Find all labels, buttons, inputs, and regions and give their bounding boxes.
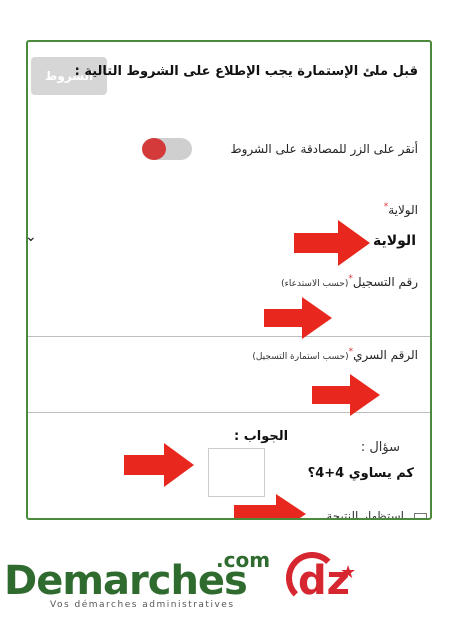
terms-toggle[interactable] bbox=[142, 138, 192, 160]
toggle-knob bbox=[142, 138, 166, 160]
question-label: سؤال : bbox=[360, 440, 400, 455]
question-text: كم يساوي 4+4؟ bbox=[307, 466, 414, 481]
registration-hint: (حسب الاستدعاء) bbox=[281, 279, 349, 289]
logo-tagline: Vos démarches administratives bbox=[50, 600, 235, 610]
registration-input-line[interactable] bbox=[28, 336, 430, 337]
registration-label: رقم التسجيل*(حسب الاستدعاء) bbox=[281, 274, 418, 289]
answer-input[interactable] bbox=[208, 448, 265, 497]
registration-form: الشروط قبل ملئ الإستمارة يجب الإطلاع على… bbox=[26, 40, 432, 520]
toggle-label: أنقر على الزر للمصادقة على الشروط bbox=[230, 142, 418, 156]
demarchesdz-logo: .com Demarches dz ★ Vos démarches admini… bbox=[0, 540, 474, 618]
arrow-icon bbox=[294, 220, 370, 266]
secret-label-text: الرقم السري bbox=[353, 348, 418, 362]
terms-notice: قبل ملئ الإستمارة يجب الإطلاع على الشروط… bbox=[74, 64, 418, 79]
registration-label-text: رقم التسجيل bbox=[352, 275, 418, 289]
logo-main-text: Demarches bbox=[4, 558, 248, 604]
star-icon: ★ bbox=[340, 562, 357, 583]
wilaya-select[interactable]: الولاية bbox=[373, 233, 416, 249]
wilaya-label-text: الولاية bbox=[388, 203, 418, 217]
chevron-down-icon[interactable]: ⌄ bbox=[28, 229, 37, 245]
arrow-icon bbox=[312, 374, 380, 416]
show-result-label: استظهار النتيجة bbox=[326, 509, 404, 520]
arrow-icon bbox=[234, 494, 306, 518]
secret-hint: (حسب استمارة التسجيل) bbox=[252, 352, 349, 362]
answer-title: الجواب : bbox=[234, 429, 289, 444]
arrow-icon bbox=[124, 443, 194, 487]
arrow-icon bbox=[264, 297, 332, 339]
secret-label: الرقم السري*(حسب استمارة التسجيل) bbox=[252, 347, 418, 362]
show-result-checkbox[interactable] bbox=[414, 513, 427, 518]
wilaya-label: الولاية* bbox=[384, 202, 418, 217]
